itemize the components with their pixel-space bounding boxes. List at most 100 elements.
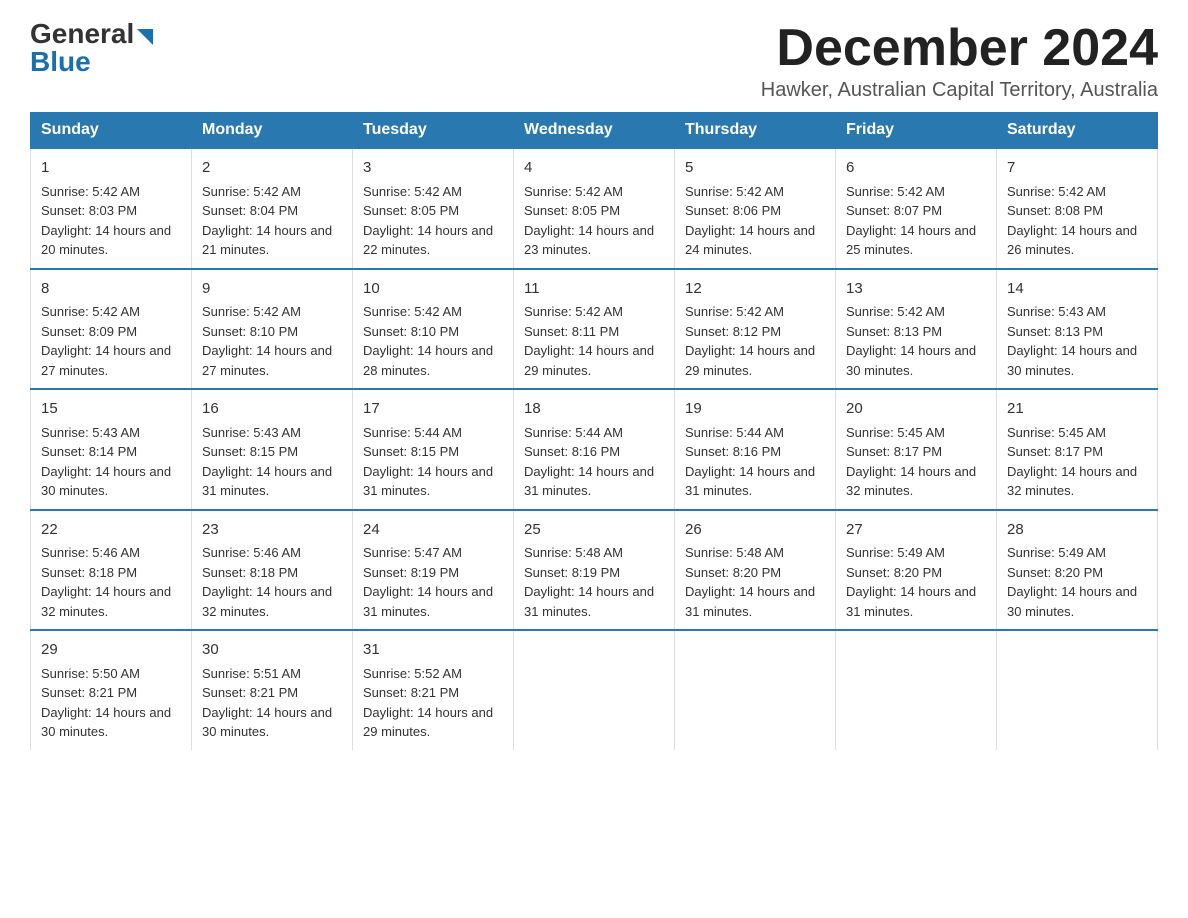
day-number: 16 bbox=[202, 398, 342, 421]
day-info: Sunrise: 5:51 AMSunset: 8:21 PMDaylight:… bbox=[202, 666, 332, 740]
day-number: 1 bbox=[41, 157, 181, 180]
day-info: Sunrise: 5:48 AMSunset: 8:20 PMDaylight:… bbox=[685, 545, 815, 619]
day-number: 3 bbox=[363, 157, 503, 180]
calendar-day-cell: 24 Sunrise: 5:47 AMSunset: 8:19 PMDaylig… bbox=[353, 510, 514, 631]
calendar-day-cell: 31 Sunrise: 5:52 AMSunset: 8:21 PMDaylig… bbox=[353, 630, 514, 750]
day-info: Sunrise: 5:42 AMSunset: 8:09 PMDaylight:… bbox=[41, 304, 171, 378]
month-title: December 2024 bbox=[761, 20, 1158, 77]
calendar-day-cell: 2 Sunrise: 5:42 AMSunset: 8:04 PMDayligh… bbox=[192, 148, 353, 269]
weekday-header-thursday: Thursday bbox=[675, 113, 836, 149]
day-info: Sunrise: 5:44 AMSunset: 8:15 PMDaylight:… bbox=[363, 425, 493, 499]
calendar-day-cell: 3 Sunrise: 5:42 AMSunset: 8:05 PMDayligh… bbox=[353, 148, 514, 269]
day-info: Sunrise: 5:42 AMSunset: 8:12 PMDaylight:… bbox=[685, 304, 815, 378]
calendar-empty-cell bbox=[836, 630, 997, 750]
logo-text: General bbox=[30, 20, 153, 48]
day-info: Sunrise: 5:42 AMSunset: 8:13 PMDaylight:… bbox=[846, 304, 976, 378]
day-info: Sunrise: 5:42 AMSunset: 8:10 PMDaylight:… bbox=[202, 304, 332, 378]
day-info: Sunrise: 5:49 AMSunset: 8:20 PMDaylight:… bbox=[846, 545, 976, 619]
calendar-day-cell: 28 Sunrise: 5:49 AMSunset: 8:20 PMDaylig… bbox=[997, 510, 1158, 631]
calendar-day-cell: 1 Sunrise: 5:42 AMSunset: 8:03 PMDayligh… bbox=[31, 148, 192, 269]
calendar-empty-cell bbox=[997, 630, 1158, 750]
location-title: Hawker, Australian Capital Territory, Au… bbox=[761, 79, 1158, 102]
weekday-header-friday: Friday bbox=[836, 113, 997, 149]
calendar-day-cell: 4 Sunrise: 5:42 AMSunset: 8:05 PMDayligh… bbox=[514, 148, 675, 269]
day-info: Sunrise: 5:46 AMSunset: 8:18 PMDaylight:… bbox=[41, 545, 171, 619]
calendar-week-row: 8 Sunrise: 5:42 AMSunset: 8:09 PMDayligh… bbox=[31, 269, 1158, 390]
calendar-day-cell: 10 Sunrise: 5:42 AMSunset: 8:10 PMDaylig… bbox=[353, 269, 514, 390]
calendar-day-cell: 8 Sunrise: 5:42 AMSunset: 8:09 PMDayligh… bbox=[31, 269, 192, 390]
day-info: Sunrise: 5:43 AMSunset: 8:13 PMDaylight:… bbox=[1007, 304, 1137, 378]
day-number: 28 bbox=[1007, 519, 1147, 542]
weekday-header-monday: Monday bbox=[192, 113, 353, 149]
calendar-week-row: 29 Sunrise: 5:50 AMSunset: 8:21 PMDaylig… bbox=[31, 630, 1158, 750]
title-area: December 2024 Hawker, Australian Capital… bbox=[761, 20, 1158, 102]
calendar-day-cell: 26 Sunrise: 5:48 AMSunset: 8:20 PMDaylig… bbox=[675, 510, 836, 631]
calendar-day-cell: 13 Sunrise: 5:42 AMSunset: 8:13 PMDaylig… bbox=[836, 269, 997, 390]
day-number: 30 bbox=[202, 639, 342, 662]
day-number: 26 bbox=[685, 519, 825, 542]
day-number: 15 bbox=[41, 398, 181, 421]
day-info: Sunrise: 5:50 AMSunset: 8:21 PMDaylight:… bbox=[41, 666, 171, 740]
weekday-header-saturday: Saturday bbox=[997, 113, 1158, 149]
calendar-day-cell: 9 Sunrise: 5:42 AMSunset: 8:10 PMDayligh… bbox=[192, 269, 353, 390]
day-number: 20 bbox=[846, 398, 986, 421]
day-info: Sunrise: 5:45 AMSunset: 8:17 PMDaylight:… bbox=[1007, 425, 1137, 499]
page-header: General Blue December 2024 Hawker, Austr… bbox=[30, 20, 1158, 102]
day-number: 10 bbox=[363, 278, 503, 301]
day-number: 13 bbox=[846, 278, 986, 301]
day-number: 21 bbox=[1007, 398, 1147, 421]
day-number: 12 bbox=[685, 278, 825, 301]
calendar-day-cell: 23 Sunrise: 5:46 AMSunset: 8:18 PMDaylig… bbox=[192, 510, 353, 631]
day-number: 24 bbox=[363, 519, 503, 542]
logo-line2: Blue bbox=[30, 46, 91, 78]
calendar-table: SundayMondayTuesdayWednesdayThursdayFrid… bbox=[30, 112, 1158, 750]
day-number: 9 bbox=[202, 278, 342, 301]
day-info: Sunrise: 5:42 AMSunset: 8:04 PMDaylight:… bbox=[202, 184, 332, 258]
day-info: Sunrise: 5:46 AMSunset: 8:18 PMDaylight:… bbox=[202, 545, 332, 619]
calendar-day-cell: 25 Sunrise: 5:48 AMSunset: 8:19 PMDaylig… bbox=[514, 510, 675, 631]
calendar-week-row: 22 Sunrise: 5:46 AMSunset: 8:18 PMDaylig… bbox=[31, 510, 1158, 631]
day-number: 18 bbox=[524, 398, 664, 421]
day-number: 29 bbox=[41, 639, 181, 662]
day-number: 22 bbox=[41, 519, 181, 542]
calendar-day-cell: 27 Sunrise: 5:49 AMSunset: 8:20 PMDaylig… bbox=[836, 510, 997, 631]
day-info: Sunrise: 5:44 AMSunset: 8:16 PMDaylight:… bbox=[524, 425, 654, 499]
day-number: 14 bbox=[1007, 278, 1147, 301]
day-number: 19 bbox=[685, 398, 825, 421]
calendar-week-row: 15 Sunrise: 5:43 AMSunset: 8:14 PMDaylig… bbox=[31, 389, 1158, 510]
day-number: 6 bbox=[846, 157, 986, 180]
day-number: 11 bbox=[524, 278, 664, 301]
calendar-empty-cell bbox=[675, 630, 836, 750]
day-info: Sunrise: 5:42 AMSunset: 8:08 PMDaylight:… bbox=[1007, 184, 1137, 258]
calendar-day-cell: 14 Sunrise: 5:43 AMSunset: 8:13 PMDaylig… bbox=[997, 269, 1158, 390]
weekday-header-tuesday: Tuesday bbox=[353, 113, 514, 149]
calendar-day-cell: 7 Sunrise: 5:42 AMSunset: 8:08 PMDayligh… bbox=[997, 148, 1158, 269]
logo: General Blue bbox=[30, 20, 153, 78]
day-info: Sunrise: 5:45 AMSunset: 8:17 PMDaylight:… bbox=[846, 425, 976, 499]
day-number: 8 bbox=[41, 278, 181, 301]
calendar-day-cell: 20 Sunrise: 5:45 AMSunset: 8:17 PMDaylig… bbox=[836, 389, 997, 510]
day-info: Sunrise: 5:44 AMSunset: 8:16 PMDaylight:… bbox=[685, 425, 815, 499]
day-info: Sunrise: 5:43 AMSunset: 8:15 PMDaylight:… bbox=[202, 425, 332, 499]
calendar-day-cell: 17 Sunrise: 5:44 AMSunset: 8:15 PMDaylig… bbox=[353, 389, 514, 510]
calendar-day-cell: 21 Sunrise: 5:45 AMSunset: 8:17 PMDaylig… bbox=[997, 389, 1158, 510]
calendar-day-cell: 6 Sunrise: 5:42 AMSunset: 8:07 PMDayligh… bbox=[836, 148, 997, 269]
calendar-day-cell: 19 Sunrise: 5:44 AMSunset: 8:16 PMDaylig… bbox=[675, 389, 836, 510]
day-info: Sunrise: 5:49 AMSunset: 8:20 PMDaylight:… bbox=[1007, 545, 1137, 619]
calendar-day-cell: 30 Sunrise: 5:51 AMSunset: 8:21 PMDaylig… bbox=[192, 630, 353, 750]
calendar-day-cell: 12 Sunrise: 5:42 AMSunset: 8:12 PMDaylig… bbox=[675, 269, 836, 390]
day-number: 31 bbox=[363, 639, 503, 662]
weekday-header-wednesday: Wednesday bbox=[514, 113, 675, 149]
day-info: Sunrise: 5:52 AMSunset: 8:21 PMDaylight:… bbox=[363, 666, 493, 740]
calendar-day-cell: 5 Sunrise: 5:42 AMSunset: 8:06 PMDayligh… bbox=[675, 148, 836, 269]
day-info: Sunrise: 5:43 AMSunset: 8:14 PMDaylight:… bbox=[41, 425, 171, 499]
day-number: 4 bbox=[524, 157, 664, 180]
calendar-week-row: 1 Sunrise: 5:42 AMSunset: 8:03 PMDayligh… bbox=[31, 148, 1158, 269]
day-number: 2 bbox=[202, 157, 342, 180]
day-info: Sunrise: 5:48 AMSunset: 8:19 PMDaylight:… bbox=[524, 545, 654, 619]
day-info: Sunrise: 5:42 AMSunset: 8:11 PMDaylight:… bbox=[524, 304, 654, 378]
day-info: Sunrise: 5:42 AMSunset: 8:05 PMDaylight:… bbox=[363, 184, 493, 258]
day-info: Sunrise: 5:42 AMSunset: 8:03 PMDaylight:… bbox=[41, 184, 171, 258]
day-number: 17 bbox=[363, 398, 503, 421]
weekday-header-sunday: Sunday bbox=[31, 113, 192, 149]
